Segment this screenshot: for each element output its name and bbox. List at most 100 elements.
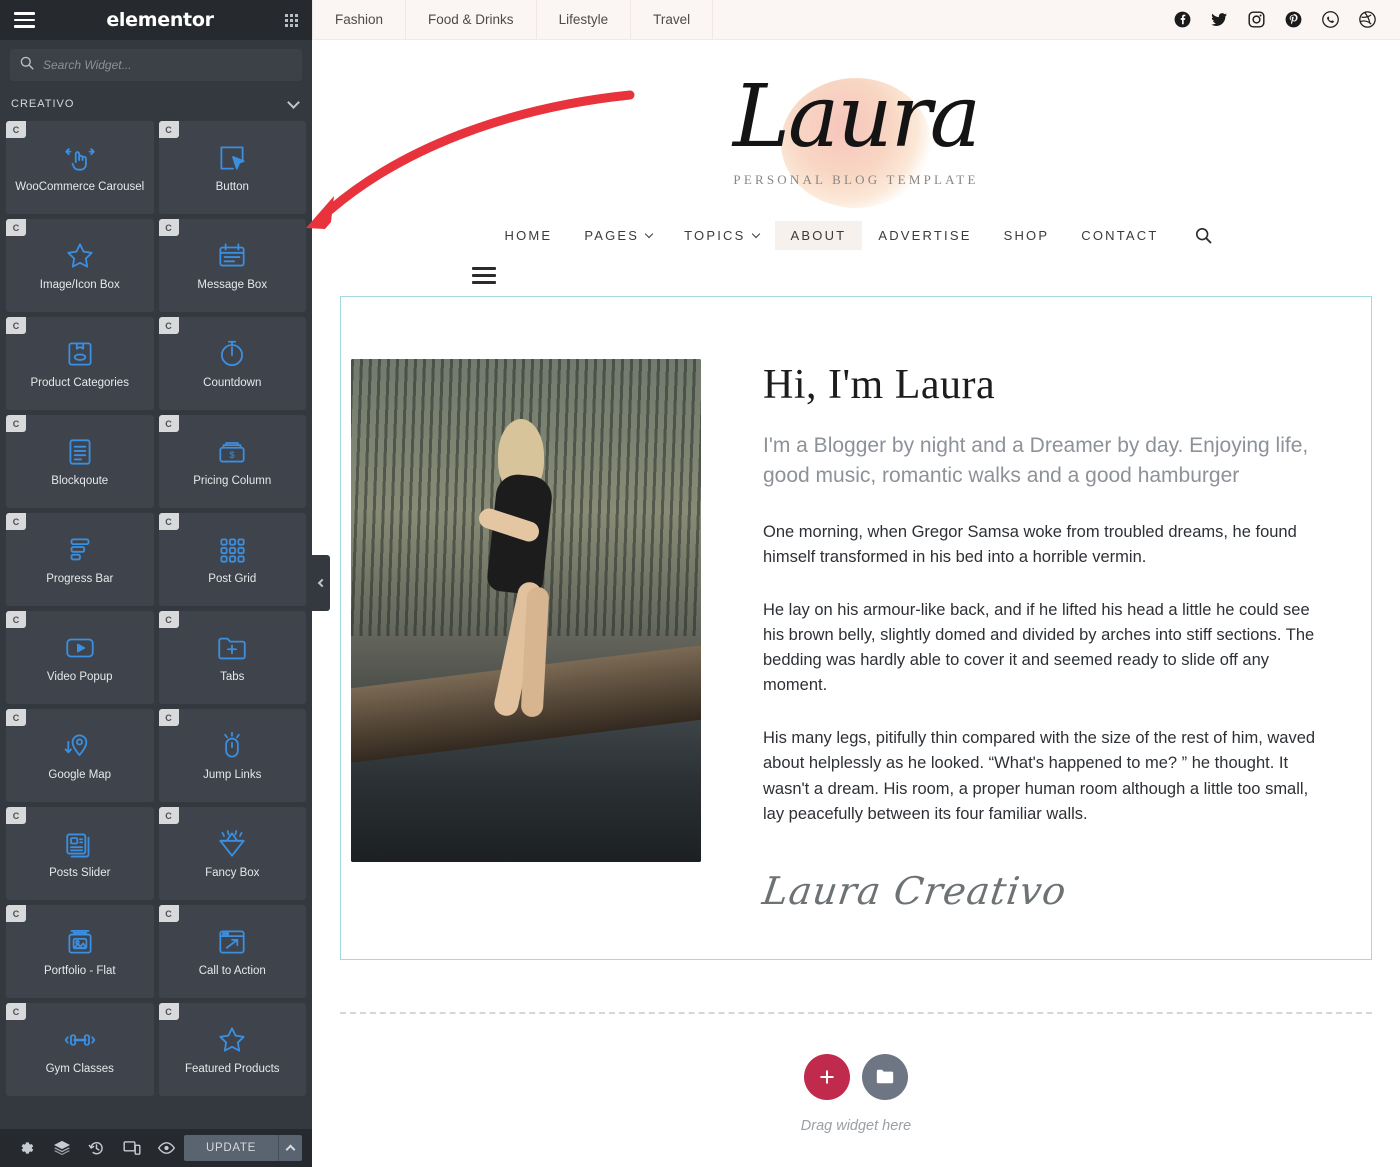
author-signature: Laura Creativo [759, 868, 1070, 913]
chevron-down-icon [644, 229, 654, 238]
add-section-button[interactable] [804, 1053, 850, 1100]
search-icon[interactable] [1175, 220, 1224, 251]
whatsapp-icon[interactable] [1322, 11, 1339, 28]
dumbbell-icon [63, 1023, 97, 1057]
search-widget-box[interactable] [10, 49, 302, 81]
eye-icon[interactable] [149, 1141, 184, 1155]
layers-icon[interactable] [45, 1140, 80, 1156]
message-box-icon [215, 239, 249, 273]
widget-label: Fancy Box [205, 867, 260, 880]
widget-gym-classes[interactable]: C Gym Classes [6, 1003, 154, 1096]
widget-label: Gym Classes [45, 1063, 114, 1076]
nav-item-label: HOME [504, 228, 553, 243]
nav-item-home[interactable]: HOME [489, 221, 569, 250]
widget-label: Tabs [220, 671, 245, 684]
widget-video-popup[interactable]: C Video Popup [6, 611, 154, 704]
dribbble-icon[interactable] [1359, 11, 1376, 28]
site-logo-area: Laura PERSONAL BLOG TEMPLATE [312, 40, 1400, 208]
widget-category-badge: C [158, 415, 179, 432]
widget-label: Posts Slider [49, 867, 111, 880]
gear-icon[interactable] [10, 1140, 45, 1156]
nav-item-about[interactable]: ABOUT [774, 221, 863, 250]
widget-posts-slider[interactable]: C Posts Slider [6, 807, 154, 900]
chevron-down-icon [751, 229, 760, 238]
widget-image-icon-box[interactable]: C Image/Icon Box [6, 219, 154, 312]
widget-label: Countdown [203, 377, 262, 390]
widget-featured-products[interactable]: C Featured Products [158, 1003, 306, 1096]
topbar-category-fashion[interactable]: Fashion [312, 0, 407, 39]
widget-label: Featured Products [184, 1063, 280, 1076]
site-logo-text[interactable]: Laura [312, 74, 1400, 160]
chevron-left-icon [317, 578, 327, 588]
mobile-menu-toggle-row [312, 261, 1400, 284]
topbar-category-lifestyle[interactable]: Lifestyle [537, 0, 632, 39]
widget-label: Google Map [48, 769, 112, 782]
widget-blockqoute[interactable]: C Blockqoute [6, 415, 154, 508]
update-options-caret[interactable] [278, 1135, 302, 1161]
hamburger-icon[interactable] [14, 12, 35, 28]
nav-item-advertise[interactable]: ADVERTISE [862, 221, 987, 250]
instagram-icon[interactable] [1248, 11, 1265, 28]
widget-call-to-action[interactable]: C Call to Action [158, 905, 306, 998]
add-template-button[interactable] [862, 1053, 908, 1100]
elementor-logo: elementor [106, 9, 214, 31]
nav-item-contact[interactable]: CONTACT [1065, 221, 1174, 250]
nav-item-shop[interactable]: SHOP [988, 221, 1066, 250]
widget-tabs[interactable]: C Tabs [158, 611, 306, 704]
widget-label: Image/Icon Box [39, 279, 120, 292]
history-clock-icon[interactable] [80, 1140, 115, 1157]
pinterest-icon[interactable] [1285, 11, 1302, 28]
about-paragraph-1: One morning, when Gregor Samsa woke from… [763, 522, 1297, 566]
drag-widget-dropzone[interactable]: Drag widget here [340, 1011, 1372, 1134]
search-input[interactable] [43, 58, 292, 72]
chevron-down-icon [287, 95, 300, 109]
document-lines-icon [63, 435, 97, 469]
hamburger-icon[interactable] [472, 267, 496, 284]
widget-countdown[interactable]: C Countdown [158, 317, 306, 410]
folder-plus-icon [215, 631, 249, 665]
widget-category-badge: C [6, 1003, 26, 1020]
star-outline-icon [63, 239, 97, 273]
panel-collapse-handle[interactable] [312, 555, 330, 611]
widget-jump-links[interactable]: C Jump Links [158, 709, 306, 802]
update-button[interactable]: UPDATE [184, 1135, 278, 1161]
widget-pricing-column[interactable]: C $ Pricing Column [158, 415, 306, 508]
widget-progress-bar[interactable]: C Progress Bar [6, 513, 154, 606]
site-logo-tagline: PERSONAL BLOG TEMPLATE [733, 172, 979, 187]
nav-item-pages[interactable]: PAGES [568, 221, 668, 250]
widget-category-badge: C [6, 415, 26, 432]
widget-google-map[interactable]: C Google Map [6, 709, 154, 802]
widget-category-badge: C [158, 709, 179, 726]
widget-category-badge: C [158, 611, 179, 628]
widget-category-creativo[interactable]: CREATIVO [0, 87, 312, 121]
price-tag-icon: $ [215, 435, 249, 469]
widget-fancy-box[interactable]: C Fancy Box [158, 807, 306, 900]
widget-category-badge: C [6, 513, 26, 530]
widget-portfolio-flat[interactable]: C Portfolio - Flat [6, 905, 154, 998]
about-text-column: Hi, I'm Laura I'm a Blogger by night and… [759, 359, 1321, 913]
widget-post-grid[interactable]: C Post Grid [158, 513, 306, 606]
nav-item-topics[interactable]: TOPICS [668, 221, 774, 250]
widget-product-categories[interactable]: C Product Categories [6, 317, 154, 410]
folder-icon [876, 1069, 894, 1084]
widget-woocommerce-carousel[interactable]: C WooCommerce Carousel [6, 121, 154, 214]
cursor-click-icon [215, 141, 249, 175]
widget-label: Product Categories [30, 377, 129, 390]
nav-item-label: SHOP [1003, 228, 1050, 243]
about-section[interactable]: Hi, I'm Laura I'm a Blogger by night and… [340, 296, 1372, 960]
widget-category-badge: C [6, 219, 26, 236]
grid-apps-icon[interactable] [285, 13, 298, 27]
widget-message-box[interactable]: C Message Box [158, 219, 306, 312]
responsive-devices-icon[interactable] [114, 1140, 149, 1156]
widget-category-badge: C [158, 807, 179, 824]
twitter-icon[interactable] [1211, 12, 1228, 27]
topbar-category-food-drinks[interactable]: Food & Drinks [406, 0, 537, 39]
facebook-icon[interactable] [1174, 11, 1191, 28]
widget-button[interactable]: C Button [158, 121, 306, 214]
widget-category-badge: C [6, 317, 26, 334]
topbar-category-travel[interactable]: Travel [631, 0, 714, 39]
widget-category-badge: C [6, 807, 26, 824]
about-photo[interactable] [351, 359, 701, 862]
dropzone-buttons [804, 1053, 908, 1100]
widget-label: WooCommerce Carousel [15, 181, 145, 194]
